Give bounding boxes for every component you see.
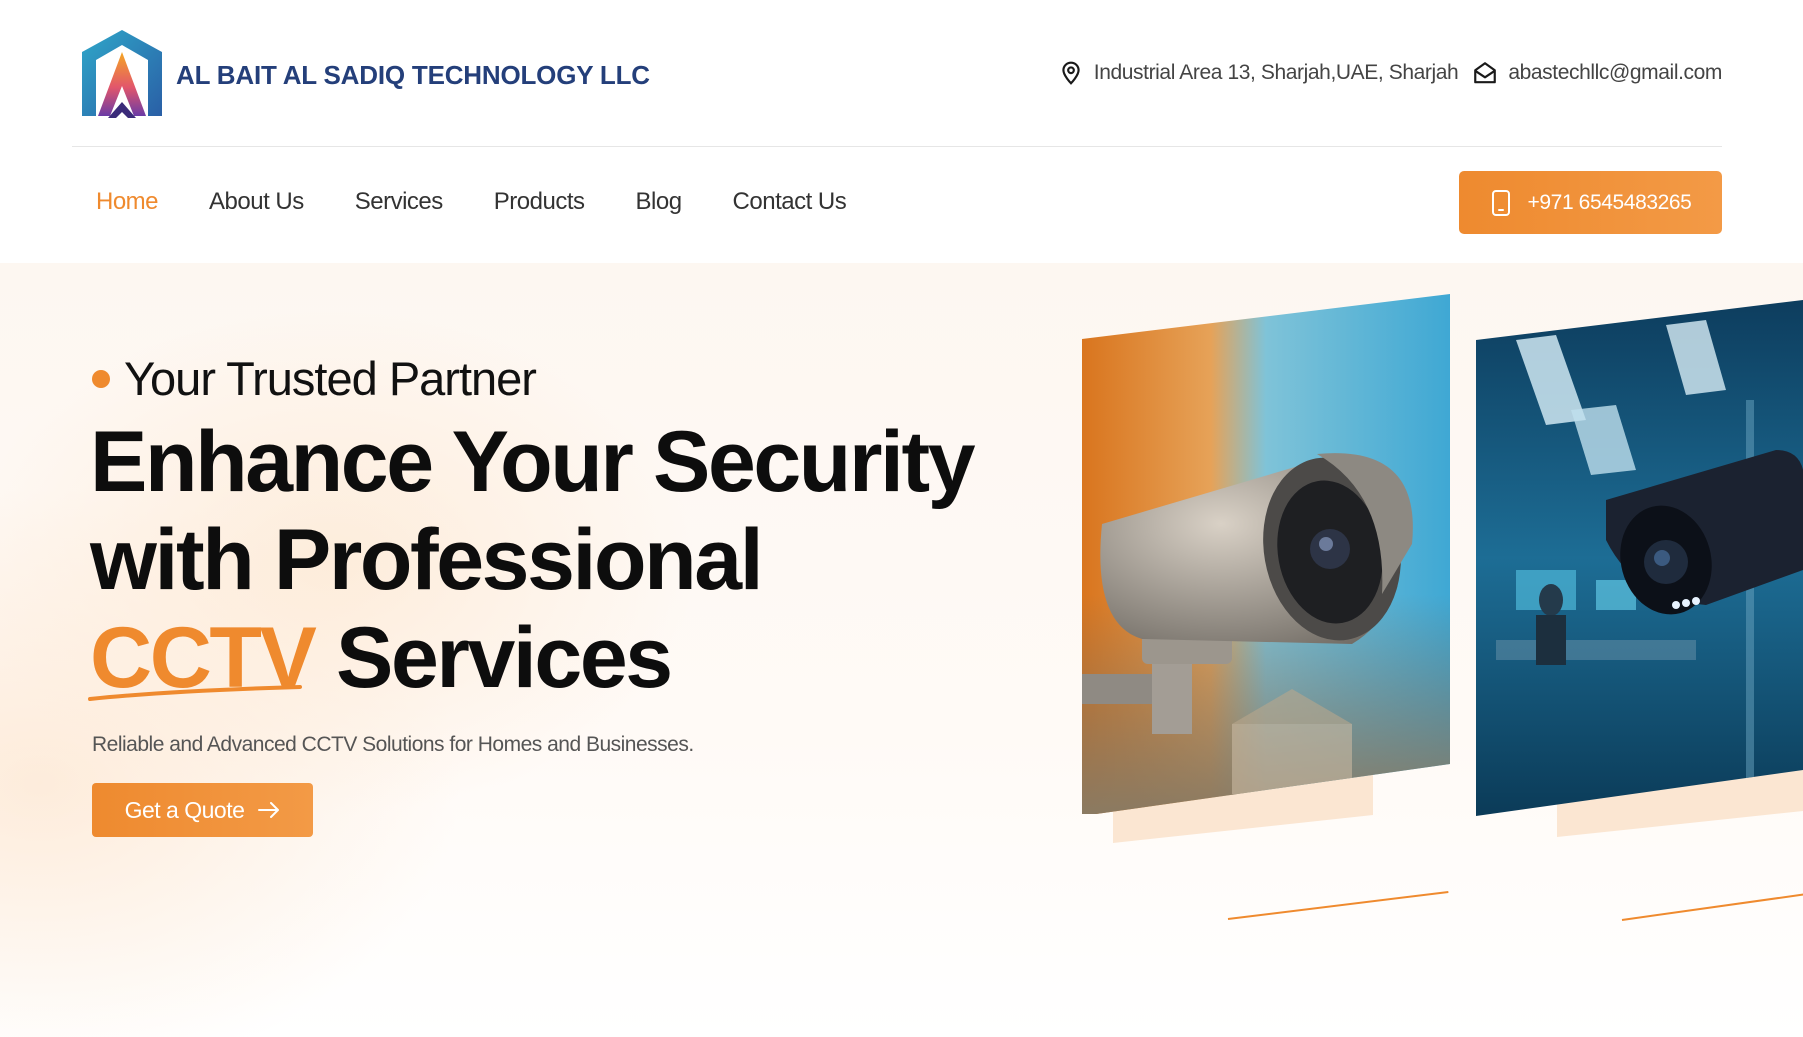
indoor-cctv-camera-image: [1476, 300, 1803, 816]
nav-item-services[interactable]: Services: [355, 188, 444, 216]
logo-emblem-icon: [82, 30, 162, 118]
nav-item-contact-us[interactable]: Contact Us: [733, 188, 847, 216]
hero-headline: Enhance Your Security with Professional …: [88, 413, 990, 707]
main-navigation: Home About Us Services Products Blog Con…: [72, 148, 1722, 263]
hero-image-gallery: [1060, 263, 1803, 1037]
nav-item-home[interactable]: Home: [96, 188, 159, 216]
company-logo[interactable]: [80, 28, 164, 123]
underline-swoosh-icon: [88, 685, 302, 701]
headline-rest: Services: [314, 610, 673, 706]
hero-tagline: Your Trusted Partner: [92, 351, 537, 406]
card-accent-line: [1621, 893, 1803, 921]
headline-line-1: Enhance Your Security: [90, 414, 976, 510]
map-pin-icon: [1062, 61, 1080, 85]
headline-line-2: with Professional: [90, 512, 764, 608]
address-item: Industrial Area 13, Sharjah,UAE, Sharjah: [1058, 60, 1459, 86]
headline-accent-wrap: CCTV: [88, 609, 317, 707]
phone-number: +971 6545483265: [1527, 190, 1692, 214]
outdoor-cctv-camera-image: [1082, 294, 1450, 814]
top-bar: AL BAIT AL SADIQ TECHNOLOGY LLC Industri…: [72, 0, 1722, 147]
envelope-open-icon: [1474, 62, 1497, 84]
nav-links: Home About Us Services Products Blog Con…: [96, 188, 847, 216]
mobile-phone-icon: [1491, 189, 1510, 216]
email-item[interactable]: abastechllc@gmail.com: [1472, 60, 1722, 86]
company-name: AL BAIT AL SADIQ TECHNOLOGY LLC: [176, 60, 650, 90]
nav-item-about-us[interactable]: About Us: [209, 188, 304, 216]
card-accent-line: [1227, 890, 1449, 920]
get-quote-label: Get a Quote: [124, 796, 245, 823]
headline-line-3: CCTV Services: [88, 609, 990, 707]
arrow-right-icon: [258, 802, 280, 818]
contact-info: Industrial Area 13, Sharjah,UAE, Sharjah…: [1058, 60, 1722, 86]
hero-subtext: Reliable and Advanced CCTV Solutions for…: [92, 733, 694, 756]
hero-section: Your Trusted Partner Enhance Your Securi…: [0, 263, 1803, 1037]
tagline-text: Your Trusted Partner: [124, 352, 537, 405]
get-quote-button[interactable]: Get a Quote: [92, 783, 313, 837]
tagline-dot-icon: [92, 369, 110, 388]
address-text: Industrial Area 13, Sharjah,UAE, Sharjah: [1093, 61, 1459, 84]
email-link[interactable]: abastechllc@gmail.com: [1508, 61, 1722, 85]
nav-item-blog[interactable]: Blog: [636, 188, 683, 216]
phone-call-button[interactable]: +971 6545483265: [1459, 171, 1722, 234]
nav-item-products[interactable]: Products: [494, 188, 585, 216]
